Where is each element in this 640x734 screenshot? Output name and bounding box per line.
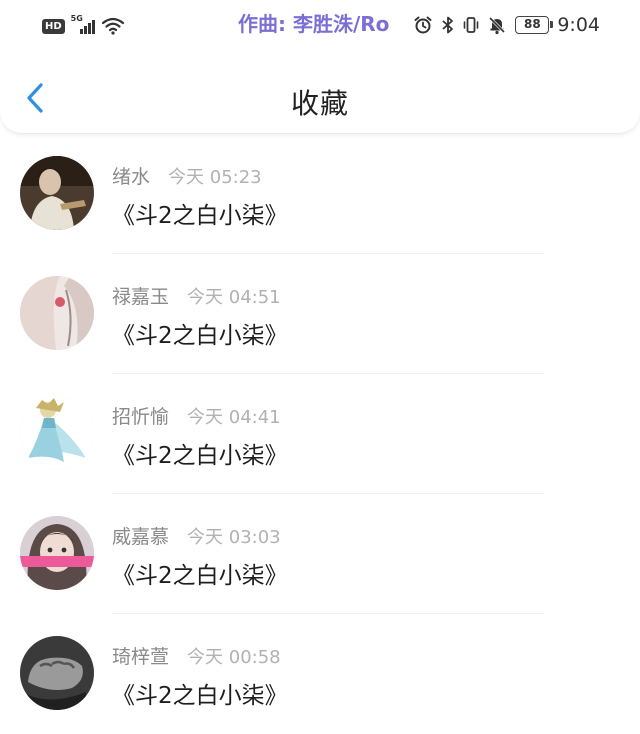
favorite-content[interactable]: 《斗2之白小柒》 — [112, 556, 288, 590]
bluetooth-icon — [442, 16, 454, 34]
avatar[interactable] — [20, 396, 94, 470]
item-meta: 琦梓萱 今天 00:58 — [112, 642, 281, 669]
timestamp: 今天 04:41 — [187, 407, 281, 428]
wifi-icon — [101, 17, 124, 35]
battery-indicator: 88 — [515, 16, 554, 34]
status-bar-right: 88 9:04 — [413, 14, 600, 36]
avatar[interactable] — [20, 156, 94, 230]
timestamp: 今天 00:58 — [187, 647, 281, 668]
network-type-label: 5G — [70, 14, 83, 23]
alarm-icon — [414, 16, 432, 34]
user-name[interactable]: 威嘉慕 — [112, 522, 169, 549]
user-name[interactable]: 禄嘉玉 — [112, 282, 169, 309]
item-meta: 绪水 今天 05:23 — [112, 162, 262, 189]
lyric-ticker: 作曲: 李胜洙/Ro — [238, 12, 390, 36]
list-item[interactable]: 琦梓萱 今天 00:58 《斗2之白小柒》 — [0, 614, 640, 734]
timestamp: 今天 04:51 — [187, 287, 281, 308]
cellular-signal-icon: 5G — [70, 14, 95, 36]
favorite-content[interactable]: 《斗2之白小柒》 — [112, 316, 288, 350]
item-meta: 招忻愉 今天 04:41 — [112, 402, 281, 429]
vibrate-icon — [464, 17, 479, 33]
clock: 9:04 — [557, 14, 600, 36]
favorite-content[interactable]: 《斗2之白小柒》 — [112, 196, 288, 230]
status-bar: HD 5G 作曲: 李胜洙/Ro 88 9:04 — [0, 0, 640, 56]
list-item[interactable]: 威嘉慕 今天 03:03 《斗2之白小柒》 — [0, 494, 640, 614]
hd-badge: HD — [42, 18, 65, 34]
list-item[interactable]: 绪水 今天 05:23 《斗2之白小柒》 — [0, 134, 640, 254]
favorites-list: 绪水 今天 05:23 《斗2之白小柒》 禄嘉玉 今天 04:51 《斗2之白小… — [0, 134, 640, 734]
user-name[interactable]: 招忻愉 — [112, 402, 169, 429]
avatar[interactable] — [20, 516, 94, 590]
timestamp: 今天 03:03 — [187, 527, 281, 548]
list-item[interactable]: 禄嘉玉 今天 04:51 《斗2之白小柒》 — [0, 254, 640, 374]
avatar[interactable] — [20, 276, 94, 350]
status-bar-left: HD 5G — [42, 14, 125, 36]
navigation-bar: 收藏 — [0, 56, 640, 134]
item-meta: 威嘉慕 今天 03:03 — [112, 522, 281, 549]
timestamp: 今天 05:23 — [168, 167, 262, 188]
item-meta: 禄嘉玉 今天 04:51 — [112, 282, 281, 309]
avatar[interactable] — [20, 636, 94, 710]
list-item[interactable]: 招忻愉 今天 04:41 《斗2之白小柒》 — [0, 374, 640, 494]
user-name[interactable]: 绪水 — [112, 162, 150, 189]
favorite-content[interactable]: 《斗2之白小柒》 — [112, 436, 288, 470]
page-title: 收藏 — [290, 87, 349, 120]
favorite-content[interactable]: 《斗2之白小柒》 — [112, 676, 288, 710]
user-name[interactable]: 琦梓萱 — [112, 642, 169, 669]
mute-bell-icon — [489, 16, 506, 35]
